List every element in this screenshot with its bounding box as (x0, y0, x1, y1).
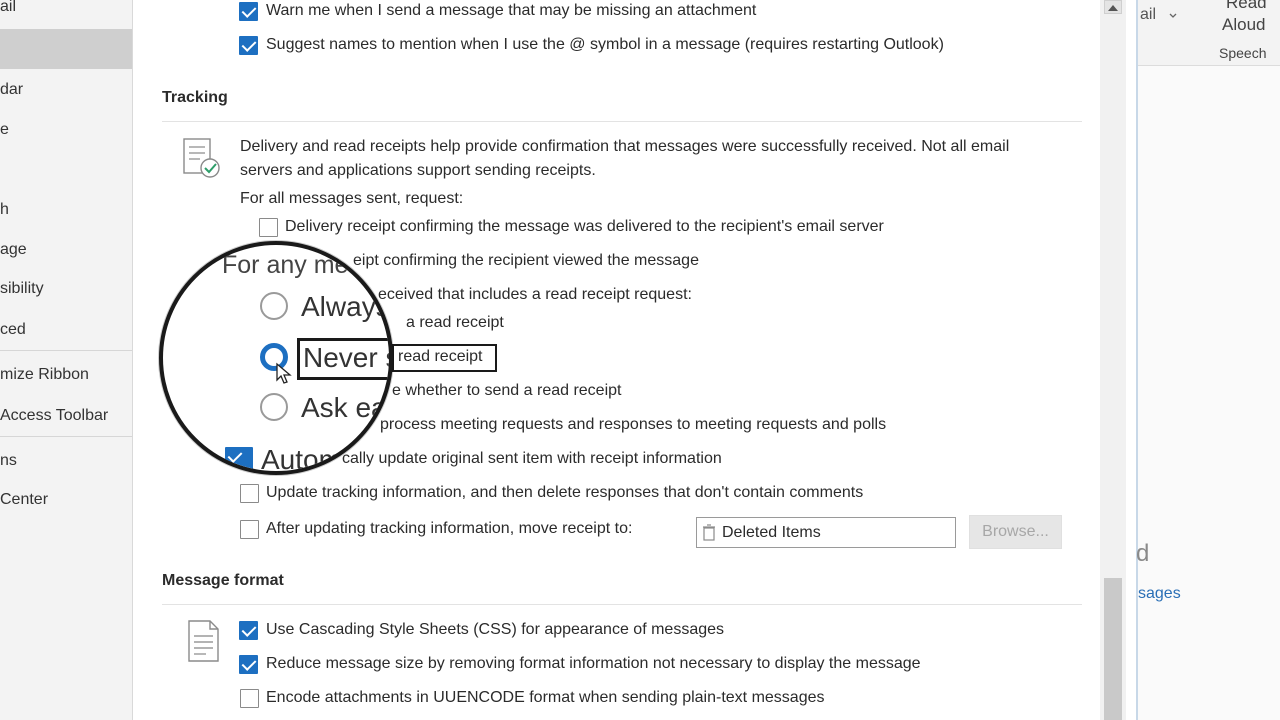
use-css-checkbox[interactable] (239, 621, 258, 640)
warn-attachment-checkbox[interactable] (239, 2, 258, 21)
update-tracking-label: Update tracking information, and then de… (266, 484, 864, 501)
reduce-size-checkbox[interactable] (239, 655, 258, 674)
scrollbar-thumb[interactable] (1104, 578, 1122, 720)
any-message-label: eceived that includes a read receipt req… (378, 286, 692, 303)
read-aloud-bottom[interactable]: Aloud (1222, 15, 1265, 35)
delivery-receipt-label: Delivery receipt confirming the message … (285, 218, 884, 235)
sidebar-item-selected[interactable] (0, 29, 132, 69)
speech-group-label: Speech (1219, 45, 1267, 61)
options-sidebar: ail dar e h age sibility ced mize Ribbon… (0, 0, 133, 720)
magnifier-lens: For any me Always Never s Ask ea Autom (159, 241, 393, 475)
background-heading-fragment: d (1136, 540, 1150, 567)
uuencode-label: Encode attachments in UUENCODE format wh… (266, 689, 825, 706)
request-receipts-label: For all messages sent, request: (240, 190, 464, 207)
magnified-any-message-heading: For any me (222, 251, 349, 279)
never-send-label: read receipt (398, 348, 483, 365)
sidebar-item-quick-access-toolbar[interactable]: Access Toolbar (0, 405, 108, 427)
sidebar-item-language[interactable]: age (0, 239, 27, 261)
sidebar-item-mail[interactable]: ail (0, 0, 16, 18)
background-link-messages[interactable]: sages (1138, 585, 1181, 603)
sidebar-item-advanced[interactable]: ced (0, 319, 26, 341)
process-meetings-label: process meeting requests and responses t… (380, 416, 887, 433)
tracking-description-line2: servers and applications support sending… (240, 162, 596, 179)
magnified-ask-label: Ask ea (301, 392, 387, 423)
message-format-heading: Message format (162, 572, 284, 589)
tracking-divider (162, 121, 1082, 122)
ask-each-time-label: e whether to send a read receipt (392, 382, 622, 399)
uuencode-checkbox[interactable] (240, 689, 259, 708)
move-receipt-label: After updating tracking information, mov… (266, 520, 633, 537)
reduce-size-label: Reduce message size by removing format i… (266, 655, 921, 672)
always-send-label: a read receipt (406, 314, 504, 331)
message-format-icon (188, 620, 219, 662)
warn-attachment-label: Warn me when I send a message that may b… (266, 2, 757, 19)
sidebar-item-search[interactable]: h (0, 199, 9, 221)
message-format-divider (162, 604, 1082, 605)
magnified-auto-update-checkbox[interactable] (225, 447, 253, 471)
tracking-heading: Tracking (162, 89, 228, 106)
delivery-receipt-checkbox[interactable] (259, 218, 278, 237)
sidebar-item-customize-ribbon[interactable]: mize Ribbon (0, 364, 89, 386)
ribbon: ail Read Aloud Speech (1138, 0, 1280, 66)
sidebar-item-people[interactable]: e (0, 119, 9, 141)
suggest-names-label: Suggest names to mention when I use the … (266, 36, 944, 53)
sidebar-divider (0, 350, 132, 351)
mouse-cursor-icon (276, 362, 292, 384)
tracking-description-line1: Delivery and read receipts help provide … (240, 138, 1010, 155)
sidebar-divider (0, 436, 132, 437)
scroll-up-button[interactable] (1104, 0, 1122, 14)
browse-button[interactable]: Browse... (969, 515, 1062, 549)
magnified-auto-label: Autom (261, 444, 342, 475)
chevron-down-icon (1169, 13, 1177, 18)
caret-up-icon (1108, 5, 1118, 11)
magnified-never-label: Never s (303, 342, 393, 373)
sidebar-item-trust-center[interactable]: Center (0, 489, 48, 511)
sidebar-item-calendar[interactable]: dar (0, 79, 23, 101)
ribbon-dropdown-label[interactable]: ail (1140, 6, 1156, 24)
folder-value: Deleted Items (722, 524, 821, 541)
auto-update-label: cally update original sent item with rec… (342, 450, 722, 467)
move-receipt-folder-field[interactable]: Deleted Items (696, 517, 956, 548)
trash-icon (703, 524, 715, 541)
receipt-check-icon (183, 138, 220, 178)
use-css-label: Use Cascading Style Sheets (CSS) for app… (266, 621, 725, 638)
magnified-ask-radio[interactable] (260, 393, 288, 421)
magnified-always-label: Always (301, 291, 390, 322)
sidebar-item-accessibility[interactable]: sibility (0, 278, 44, 300)
update-tracking-checkbox[interactable] (240, 484, 259, 503)
magnified-always-radio[interactable] (260, 292, 288, 320)
move-receipt-checkbox[interactable] (240, 520, 259, 539)
sidebar-item-add-ins[interactable]: ns (0, 450, 17, 472)
background-outlook-window: ail Read Aloud Speech d sages (1136, 0, 1280, 720)
read-receipt-label: eipt confirming the recipient viewed the… (353, 252, 699, 269)
suggest-names-checkbox[interactable] (239, 36, 258, 55)
read-aloud-top[interactable]: Read (1226, 0, 1267, 13)
